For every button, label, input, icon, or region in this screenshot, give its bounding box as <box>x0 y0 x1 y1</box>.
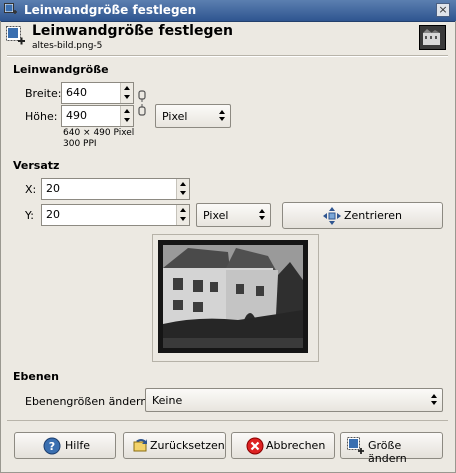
cancel-button[interactable]: Abbrechen <box>231 432 335 459</box>
offset-x-value: 20 <box>46 182 60 195</box>
offset-heading: Versatz <box>13 159 60 172</box>
svg-text:?: ? <box>49 440 55 453</box>
canvas-size-heading: Leinwandgröße <box>13 63 109 76</box>
resize-layers-label: Ebenengrößen ändern <box>25 395 148 408</box>
canvas-size-icon <box>6 26 25 45</box>
reset-icon <box>133 439 147 452</box>
width-spinbox[interactable]: 640 <box>61 82 134 104</box>
resize-button[interactable]: Größe ändern <box>340 432 443 465</box>
dialog-title: Leinwandgröße festlegen <box>32 23 233 39</box>
header-separator <box>7 55 448 57</box>
width-stepper[interactable] <box>120 83 133 103</box>
layers-heading: Ebenen <box>13 370 59 383</box>
width-label: Breite: <box>25 87 62 100</box>
resize-layers-select[interactable]: Keine <box>145 388 443 412</box>
center-button-label: Zentrieren <box>344 209 402 222</box>
resize-icon <box>347 437 364 454</box>
help-button[interactable]: ? Hilfe <box>14 432 116 459</box>
footer-separator <box>7 420 448 421</box>
cancel-icon <box>246 437 264 455</box>
reset-button[interactable]: Zurücksetzen <box>123 432 226 459</box>
offset-x-spinbox[interactable]: 20 <box>41 178 190 200</box>
cancel-button-label: Abbrechen <box>266 439 326 452</box>
resize-layers-value: Keine <box>152 394 183 407</box>
offset-y-spinbox[interactable]: 20 <box>41 204 190 226</box>
resize-button-label: Größe ändern <box>368 439 407 465</box>
height-spinbox[interactable]: 490 <box>61 105 134 127</box>
help-button-label: Hilfe <box>65 439 91 452</box>
help-icon: ? <box>43 437 61 455</box>
offset-x-label: X: <box>25 183 37 196</box>
window-titlebar[interactable]: Leinwandgröße festlegen × <box>0 0 456 22</box>
chevron-updown-icon <box>431 393 437 407</box>
canvas-unit-select[interactable]: Pixel <box>155 104 231 128</box>
chevron-updown-icon <box>219 109 225 123</box>
offset-x-stepper[interactable] <box>176 179 189 199</box>
height-value: 490 <box>66 109 87 122</box>
offset-unit-select[interactable]: Pixel <box>196 203 271 227</box>
height-stepper[interactable] <box>120 106 133 126</box>
window-title: Leinwandgröße festlegen <box>24 3 197 17</box>
height-label: Höhe: <box>25 110 58 123</box>
offset-y-label: Y: <box>25 209 34 222</box>
offset-y-value: 20 <box>46 208 60 221</box>
image-name: altes-bild.png-5 <box>32 41 103 51</box>
image-thumbnail-icon <box>419 25 446 50</box>
size-info: 640 × 490 Pixel <box>63 128 135 138</box>
chevron-updown-icon <box>259 208 265 222</box>
offset-y-stepper[interactable] <box>176 205 189 225</box>
center-button[interactable]: Zentrieren <box>282 202 443 229</box>
resolution-info: 300 PPI <box>63 139 97 149</box>
chain-link-icon[interactable] <box>138 89 146 117</box>
center-arrows-icon <box>323 207 341 225</box>
reset-button-label: Zurücksetzen <box>150 439 225 452</box>
canvas-size-icon <box>4 3 17 14</box>
offset-unit-value: Pixel <box>203 209 229 222</box>
canvas-unit-value: Pixel <box>162 110 188 123</box>
width-value: 640 <box>66 86 87 99</box>
canvas-preview[interactable] <box>158 240 308 353</box>
close-button[interactable]: × <box>436 3 450 17</box>
